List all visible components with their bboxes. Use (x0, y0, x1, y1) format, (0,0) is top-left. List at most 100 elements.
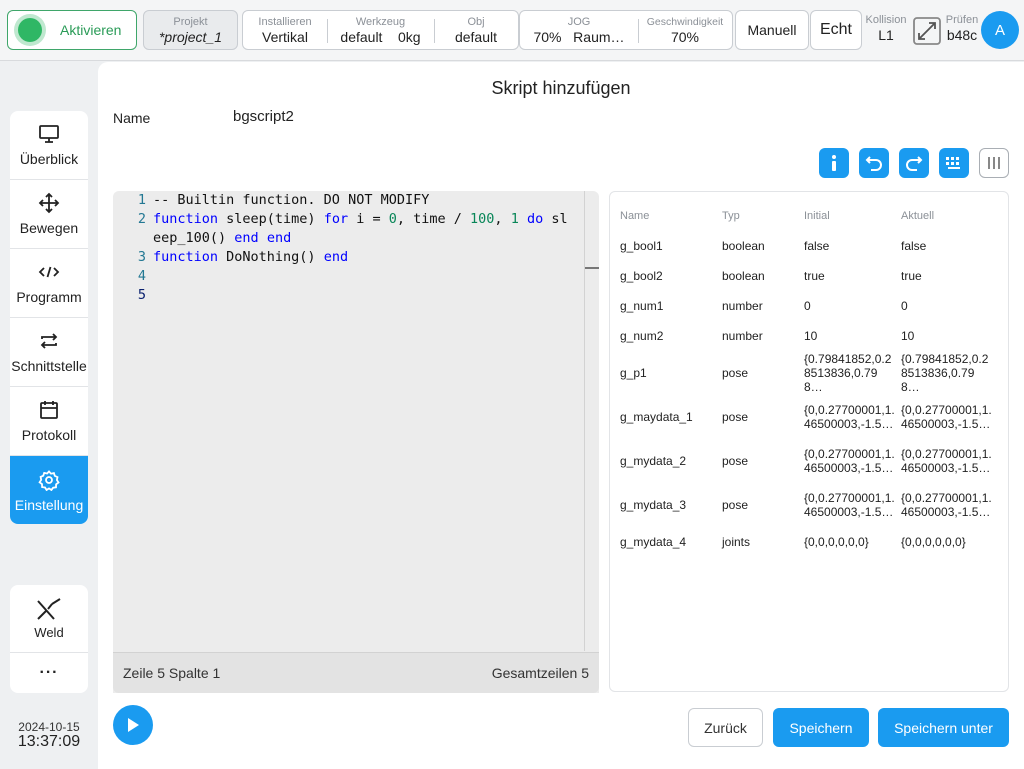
obj-cell[interactable]: Obj default (434, 11, 518, 49)
code-editor[interactable]: 1 -- Builtin function. DO NOT MODIFY 2 f… (113, 191, 599, 693)
table-row[interactable]: g_p1 pose {0.79841852,0.28513836,0.798… {0.… (610, 352, 1010, 394)
panel-toggle-button[interactable] (979, 148, 1009, 178)
sidebar-item-move[interactable]: Bewegen (10, 180, 88, 249)
table-header: Name Typ Initial Aktuell (610, 209, 1010, 223)
script-name-field[interactable]: bgscript2 (233, 108, 294, 125)
line-number: 2 (137, 211, 146, 227)
save-as-button[interactable]: Speichern unter (878, 708, 1009, 747)
tool-cell[interactable]: Werkzeug default 0kg (327, 11, 434, 49)
variable-initial: {0,0.27700001,1.46500003,-1.5… (804, 403, 895, 431)
collision-caption: Kollision (865, 14, 907, 26)
code-area[interactable]: 1 -- Builtin function. DO NOT MODIFY 2 f… (113, 191, 583, 305)
variable-current: {0,0,0,0,0,0} (901, 535, 966, 549)
redo-icon (906, 156, 923, 171)
gear-icon (38, 469, 60, 491)
name-label: Name (113, 110, 151, 126)
variable-type: number (722, 329, 763, 343)
calendar-icon (38, 399, 60, 421)
editor-scrollbar[interactable] (584, 191, 585, 651)
project-caption: Projekt (173, 16, 208, 28)
columns-icon (988, 157, 1000, 169)
table-row[interactable]: g_num2 number 10 10 (610, 321, 1010, 351)
weld-button[interactable]: Weld (10, 585, 88, 653)
editor-status-bar: Zeile 5 Spalte 1 Gesamtzeilen 5 (113, 652, 599, 693)
variable-type: pose (722, 498, 749, 512)
info-icon (832, 155, 836, 171)
real-mode-button[interactable]: Echt (810, 10, 862, 50)
table-row[interactable]: g_mydata_3 pose {0,0.27700001,1.46500003,-… (610, 490, 1010, 520)
variable-name: g_num1 (620, 299, 664, 313)
sidebar-item-program[interactable]: Programm (10, 249, 88, 318)
undo-button[interactable] (859, 148, 889, 178)
line-number: 4 (137, 268, 146, 284)
undo-icon (865, 156, 882, 171)
more-button[interactable]: ··· (10, 653, 88, 693)
column-header: Aktuell (901, 210, 935, 222)
project-value: *project_1 (158, 29, 223, 45)
variable-name: g_bool2 (620, 269, 663, 283)
redo-button[interactable] (899, 148, 929, 178)
table-row[interactable]: g_maydata_1 pose {0,0.27700001,1.46500003,… (610, 402, 1010, 432)
swap-icon (38, 330, 60, 352)
jog-group[interactable]: JOG 70% Raum… Geschwindigkeit 70% (519, 10, 733, 50)
variable-initial: 0 (804, 299, 811, 313)
code-icon (38, 261, 60, 283)
avatar[interactable]: A (981, 11, 1019, 49)
manual-mode-button[interactable]: Manuell (735, 10, 809, 50)
variable-type: boolean (722, 269, 765, 283)
tool-caption: Werkzeug (355, 16, 406, 28)
activate-button[interactable]: Aktivieren (7, 10, 137, 50)
variable-name: g_p1 (620, 366, 647, 380)
collision-value: L1 (878, 27, 894, 43)
variable-current: {0,0.27700001,1.46500003,-1.5… (901, 491, 992, 519)
code-line: 4 (113, 267, 583, 286)
table-row[interactable]: g_num1 number 0 0 (610, 291, 1010, 321)
page-title: Skript hinzufügen (491, 78, 631, 98)
sidebar-item-log[interactable]: Protokoll (10, 387, 88, 456)
install-cell[interactable]: Installieren Vertikal (243, 11, 327, 49)
variable-type: pose (722, 454, 749, 468)
info-button[interactable] (819, 148, 849, 178)
installation-group[interactable]: Installieren Vertikal Werkzeug default 0… (242, 10, 519, 50)
total-lines: Gesamtzeilen 5 (491, 665, 589, 681)
keyboard-button[interactable] (939, 148, 969, 178)
table-row[interactable]: g_mydata_4 joints {0,0,0,0,0,0} {0,0,0,0,0,… (610, 527, 1010, 557)
monitor-icon (38, 123, 60, 145)
sidebar-item-label: Programm (16, 289, 82, 305)
cursor-position: Zeile 5 Spalte 1 (123, 665, 221, 681)
variable-initial: {0,0.27700001,1.46500003,-1.5… (804, 491, 895, 519)
current-time: 13:37:09 (17, 733, 81, 750)
column-header: Name (620, 210, 650, 222)
save-button[interactable]: Speichern (773, 708, 869, 747)
table-row[interactable]: g_bool1 boolean false false (610, 231, 1010, 261)
jog-cell[interactable]: JOG 70% Raum… (520, 11, 638, 49)
collision-indicator[interactable]: Kollision L1 (864, 14, 908, 43)
activate-label: Aktivieren (60, 22, 122, 38)
variable-initial: {0,0.27700001,1.46500003,-1.5… (804, 447, 895, 475)
top-bar: Aktivieren Projekt *project_1 Installier… (0, 0, 1024, 61)
move-arrows-icon (38, 192, 60, 214)
column-header: Initial (804, 210, 830, 222)
table-row[interactable]: g_mydata_2 pose {0,0.27700001,1.46500003,-… (610, 446, 1010, 476)
sidebar-item-settings[interactable]: Einstellung (10, 456, 88, 524)
sidebar-item-label: Bewegen (19, 220, 79, 236)
expand-icon[interactable] (911, 15, 943, 47)
variable-name: g_mydata_3 (620, 498, 687, 512)
run-button[interactable] (113, 705, 153, 745)
speed-cell[interactable]: Geschwindigkeit 70% (638, 11, 732, 49)
variable-current: {0,0.27700001,1.46500003,-1.5… (901, 447, 992, 475)
code-line: 5 (113, 286, 583, 305)
variable-name: g_maydata_1 (620, 410, 693, 424)
code-text: -- Builtin function. DO NOT MODIFY (153, 192, 430, 208)
back-button[interactable]: Zurück (688, 708, 763, 747)
check-indicator[interactable]: Prüfen b48c (944, 14, 980, 43)
sidebar-item-interface[interactable]: Schnittstelle (10, 318, 88, 387)
script-dialog: Skript hinzufügen Name bgscript2 1 -- Bu… (98, 62, 1024, 769)
project-selector[interactable]: Projekt *project_1 (143, 10, 238, 50)
jog-caption: JOG (567, 16, 591, 28)
column-header: Typ (722, 210, 740, 222)
table-row[interactable]: g_bool2 boolean true true (610, 261, 1010, 291)
sidebar-item-overview[interactable]: Überblick (10, 111, 88, 180)
